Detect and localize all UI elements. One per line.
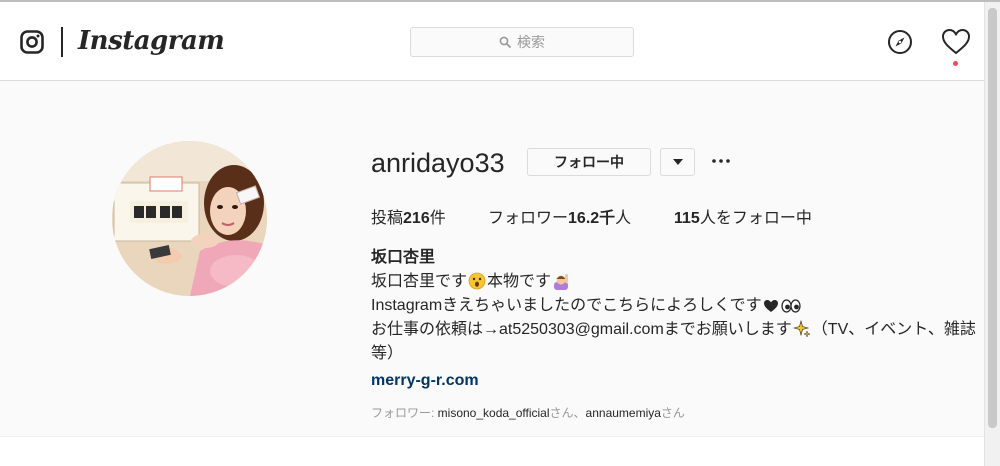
bio-line-4: 等） bbox=[371, 345, 404, 362]
surprised-face-emoji-icon bbox=[468, 272, 486, 290]
raising-hand-emoji-icon bbox=[554, 274, 569, 290]
following-button[interactable]: フォロー中 bbox=[527, 148, 651, 176]
followed-by-user-1[interactable]: misono_koda_official bbox=[438, 406, 550, 420]
bio-line-2: Instagramきえちゃいましたのでこちらによろしくです bbox=[371, 294, 991, 318]
chevron-down-icon bbox=[672, 158, 683, 165]
heart-icon[interactable] bbox=[941, 28, 971, 56]
search-placeholder: 検索 bbox=[517, 34, 545, 50]
more-options-button[interactable] bbox=[711, 151, 731, 171]
followed-by-text[interactable]: フォロワー: misono_koda_officialさん、annaumemiy… bbox=[371, 404, 685, 421]
logo-divider bbox=[61, 27, 63, 57]
profile-avatar[interactable] bbox=[112, 141, 267, 296]
top-navigation-bar: Instagram 検索 bbox=[0, 2, 984, 81]
eyes-emoji-icon bbox=[781, 299, 801, 313]
instagram-camera-icon[interactable] bbox=[20, 30, 44, 54]
vertical-scrollbar[interactable] bbox=[984, 2, 1000, 466]
following-count[interactable]: 115人をフォロー中 bbox=[674, 204, 812, 228]
profile-header: anridayo33 フォロー中 投稿216件 フォロワー16.2千人 115人… bbox=[0, 81, 984, 436]
search-input[interactable]: 検索 bbox=[410, 27, 634, 57]
bio-line-1: 坂口杏里です 本物です bbox=[371, 270, 991, 294]
profile-website-link[interactable]: merry-g-r.com bbox=[371, 369, 991, 393]
avatar-photo bbox=[112, 141, 267, 296]
instagram-wordmark[interactable]: Instagram bbox=[78, 26, 225, 56]
followers-count[interactable]: フォロワー16.2千人 bbox=[488, 204, 631, 228]
page-bottom-area bbox=[0, 436, 984, 466]
bio-line-3: お仕事の依頼は→at5250303@gmail.comまでお願いします （TV、イ… bbox=[371, 320, 976, 338]
compass-icon[interactable] bbox=[887, 29, 913, 55]
black-heart-emoji-icon bbox=[763, 300, 778, 312]
search-icon bbox=[499, 36, 511, 48]
profile-bio: 坂口杏里 坂口杏里です 本物です Instagramきえちゃいましたのでこちらによ… bbox=[371, 246, 991, 393]
follow-options-dropdown-button[interactable] bbox=[660, 148, 695, 176]
notification-dot bbox=[953, 61, 958, 66]
scrollbar-thumb[interactable] bbox=[988, 8, 997, 428]
posts-count: 投稿216件 bbox=[371, 210, 446, 227]
profile-full-name: 坂口杏里 bbox=[371, 249, 436, 266]
profile-username: anridayo33 bbox=[371, 148, 505, 178]
sparkles-emoji-icon bbox=[792, 320, 811, 338]
followed-by-user-2[interactable]: annaumemiya bbox=[586, 406, 661, 420]
ellipsis-icon bbox=[712, 159, 730, 163]
